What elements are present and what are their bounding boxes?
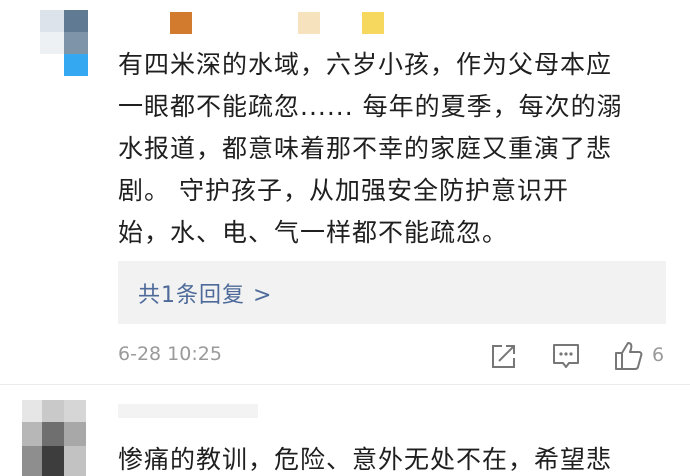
view-replies-link[interactable]: 共1条回复 > — [138, 277, 272, 309]
comment-line: 一眼都不能疏忽...... 每年的夏季，每次的溺 — [118, 92, 623, 121]
avatar[interactable] — [22, 400, 86, 476]
comment-timestamp: 6-28 10:25 — [118, 343, 222, 365]
like-button[interactable] — [612, 340, 644, 372]
comment-line: 水报道，都意味着那不幸的家庭又重演了悲 — [118, 134, 613, 163]
share-icon — [492, 345, 515, 368]
reply-button[interactable] — [550, 340, 582, 372]
share-button[interactable] — [488, 340, 520, 372]
divider — [0, 384, 690, 385]
username-blur[interactable] — [118, 404, 258, 422]
comment-text: 惨痛的教训，危险、意外无处不在，希望悲 — [118, 445, 613, 474]
comment-icon — [553, 344, 579, 368]
comment-text: 有四米深的水域，六岁小孩，作为父母本应 一眼都不能疏忽...... 每年的夏季，… — [118, 44, 678, 254]
comment-line: 始，水、电、气一样都不能疏忽。 — [118, 218, 509, 247]
replies-panel[interactable]: 共1条回复 > — [118, 261, 666, 324]
thumbs-up-icon — [615, 342, 643, 370]
comment-line: 剧。 守护孩子，从加强安全防护意识开 — [118, 176, 569, 205]
username-blur[interactable] — [170, 12, 390, 36]
comment-line: 有四米深的水域，六岁小孩，作为父母本应 — [118, 50, 613, 79]
avatar[interactable] — [40, 10, 90, 80]
like-count: 6 — [652, 344, 665, 366]
